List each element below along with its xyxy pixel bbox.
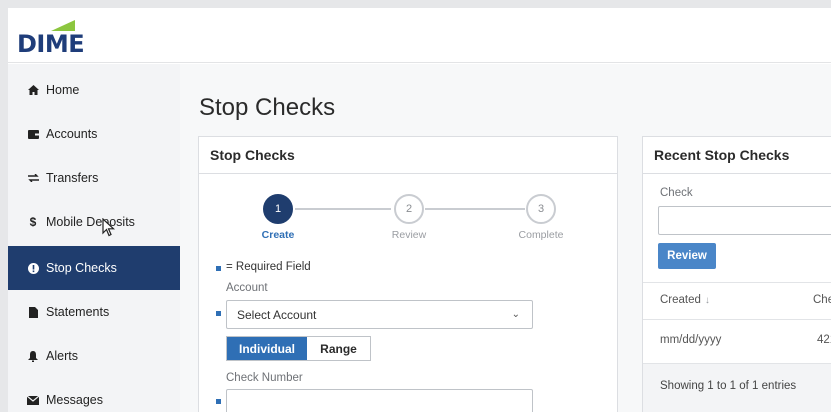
check-number-input[interactable]: [226, 389, 533, 412]
step-3-circle: 3: [526, 194, 556, 224]
mouse-cursor-icon: [102, 218, 116, 237]
sidebar-item-label: Messages: [46, 393, 103, 407]
required-marker: [216, 266, 221, 271]
sidebar-item-statements[interactable]: Statements: [8, 290, 180, 334]
divider: [643, 282, 831, 283]
sidebar-item-messages[interactable]: Messages: [8, 378, 180, 412]
table-cell-check: 4218: [817, 334, 831, 346]
app-window: DIME Home Accounts Transfers $ Mobile De…: [8, 8, 831, 412]
page-title: Stop Checks: [199, 94, 336, 121]
sidebar-item-label: Stop Checks: [46, 261, 117, 275]
dime-logo[interactable]: DIME: [17, 18, 85, 58]
check-column-header[interactable]: Check: [813, 294, 831, 306]
sidebar-item-home[interactable]: Home: [8, 68, 180, 112]
check-label: Check: [660, 187, 693, 199]
review-button[interactable]: Review: [658, 243, 716, 269]
step-1-circle: 1: [263, 194, 293, 224]
transfer-arrows-icon: [26, 174, 40, 182]
created-column-header[interactable]: Created ↓: [660, 294, 710, 306]
entries-info: Showing 1 to 1 of 1 entries: [660, 380, 797, 392]
sidebar-item-label: Alerts: [46, 349, 78, 363]
logo-text: DIME: [17, 30, 85, 58]
info-icon: [26, 262, 40, 274]
sidebar-item-transfers[interactable]: Transfers: [8, 156, 180, 200]
sidebar-item-label: Statements: [46, 305, 110, 319]
individual-option[interactable]: Individual: [227, 337, 307, 360]
sidebar-item-label: Mobile Deposits: [46, 215, 135, 229]
panel-title: Recent Stop Checks: [643, 137, 831, 174]
main-content: Stop Checks Stop Checks 1 2 3 Create Rev…: [180, 64, 831, 412]
step-2-label: Review: [391, 229, 427, 241]
divider: [643, 319, 831, 320]
stop-checks-form-panel: Stop Checks 1 2 3 Create Review Complete…: [198, 136, 618, 412]
account-label: Account: [226, 282, 268, 294]
sidebar-item-accounts[interactable]: Accounts: [8, 112, 180, 156]
step-1-label: Create: [261, 229, 295, 241]
sidebar-item-mobile-deposits[interactable]: $ Mobile Deposits: [8, 200, 180, 244]
check-type-toggle: Individual Range: [226, 336, 371, 361]
home-icon: [26, 85, 40, 95]
required-marker: [216, 399, 221, 404]
bell-icon: [26, 350, 40, 362]
document-icon: [26, 306, 40, 318]
account-select[interactable]: Select Account ⌄: [226, 300, 533, 329]
sidebar-item-alerts[interactable]: Alerts: [8, 334, 180, 378]
chevron-down-icon: ⌄: [511, 309, 520, 320]
table-cell-created: mm/dd/yyyy: [660, 334, 722, 346]
envelope-icon: [26, 395, 40, 405]
required-field-note: = Required Field: [226, 261, 311, 273]
panel-title: Stop Checks: [199, 137, 617, 174]
range-option[interactable]: Range: [307, 337, 370, 360]
sidebar-item-label: Home: [46, 83, 80, 97]
step-connector: [425, 208, 525, 210]
recent-stop-checks-panel: Recent Stop Checks Check Review Created ↓…: [642, 136, 831, 412]
required-marker: [216, 311, 221, 316]
sidebar-item-label: Transfers: [46, 171, 99, 185]
dollar-icon: $: [29, 215, 37, 229]
sidebar-item-label: Accounts: [46, 127, 98, 141]
account-select-value: Select Account: [237, 307, 317, 322]
step-2-circle: 2: [394, 194, 424, 224]
sidebar: Home Accounts Transfers $ Mobile Deposit…: [8, 64, 180, 412]
wallet-icon: [26, 129, 40, 139]
check-number-label: Check Number: [226, 372, 303, 384]
sort-arrow-icon: ↓: [704, 295, 710, 306]
top-header: DIME: [8, 8, 831, 63]
step-3-label: Complete: [518, 229, 564, 241]
sidebar-item-stop-checks[interactable]: Stop Checks: [8, 246, 180, 290]
step-connector: [295, 208, 391, 210]
check-search-input[interactable]: [658, 206, 831, 235]
